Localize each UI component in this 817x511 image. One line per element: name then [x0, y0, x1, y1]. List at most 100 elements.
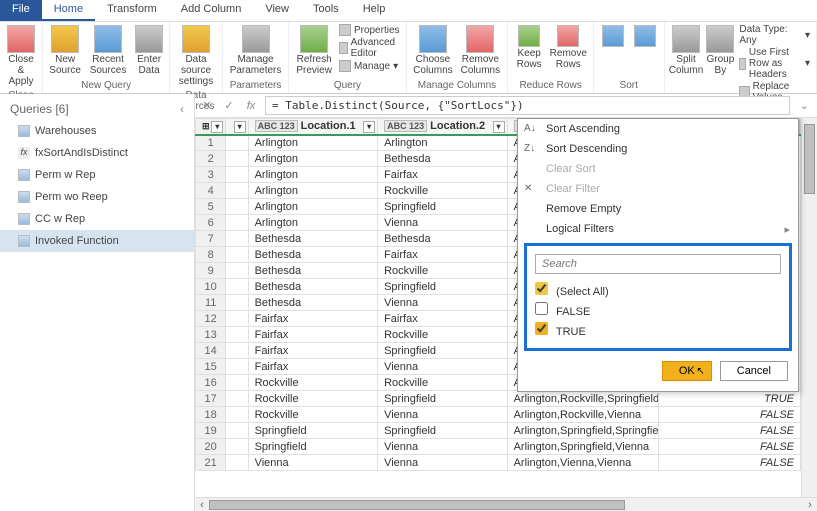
cell[interactable]: Bethesda — [378, 231, 507, 247]
cell[interactable]: Fairfax — [378, 167, 507, 183]
row-number[interactable]: 13 — [196, 327, 226, 343]
row-number[interactable]: 15 — [196, 359, 226, 375]
row-number[interactable]: 17 — [196, 391, 226, 407]
row-number[interactable]: 8 — [196, 247, 226, 263]
cell[interactable]: Vienna — [378, 455, 507, 471]
cell[interactable]: Fairfax — [248, 327, 377, 343]
cell[interactable]: Vienna — [378, 359, 507, 375]
cell[interactable]: Springfield — [378, 423, 507, 439]
row-number[interactable]: 19 — [196, 423, 226, 439]
logical-filters-item[interactable]: Logical Filters▸ — [518, 219, 798, 239]
cell[interactable]: Bethesda — [248, 295, 377, 311]
cell[interactable]: Arlington — [248, 215, 377, 231]
row-number[interactable]: 1 — [196, 135, 226, 151]
cell[interactable]: Fairfax — [378, 247, 507, 263]
query-item[interactable]: CC w Rep — [0, 208, 194, 230]
row-number[interactable]: 11 — [196, 295, 226, 311]
fx-icon[interactable]: fx — [243, 100, 259, 112]
keep-rows-button[interactable]: Keep Rows — [511, 23, 546, 72]
column-dropdown-icon[interactable]: ▾ — [234, 121, 246, 133]
cell[interactable]: Rockville — [248, 407, 377, 423]
cell[interactable]: FALSE — [659, 455, 801, 471]
cell[interactable]: FALSE — [659, 439, 801, 455]
choose-columns-button[interactable]: Choose Columns — [410, 23, 457, 78]
manage-parameters-button[interactable]: Manage Parameters — [226, 23, 286, 78]
row-number[interactable]: 9 — [196, 263, 226, 279]
cell[interactable]: Rockville — [378, 327, 507, 343]
cancel-button[interactable]: Cancel — [720, 361, 788, 381]
cell[interactable]: Vienna — [248, 455, 377, 471]
refresh-preview-button[interactable]: Refresh Preview — [292, 23, 336, 78]
row-number[interactable]: 7 — [196, 231, 226, 247]
query-item[interactable]: Warehouses — [0, 120, 194, 142]
row-number[interactable]: 20 — [196, 439, 226, 455]
query-item[interactable]: Invoked Function — [0, 230, 194, 252]
query-item[interactable]: fxfxSortAndIsDistinct — [0, 142, 194, 164]
row-number[interactable]: 5 — [196, 199, 226, 215]
cell[interactable]: Vienna — [378, 215, 507, 231]
cell[interactable]: Arlington,Rockville,Springfield — [507, 391, 659, 407]
sort-ascending-item[interactable]: A↓Sort Ascending — [518, 119, 798, 139]
group-by-button[interactable]: Group By — [704, 23, 736, 78]
data-type-button[interactable]: Data Type: Any ▾ — [739, 24, 810, 46]
enter-data-button[interactable]: Enter Data — [132, 23, 167, 78]
tab-file[interactable]: File — [0, 0, 42, 21]
cell[interactable]: Arlington — [248, 167, 377, 183]
cell[interactable]: Rockville — [248, 375, 377, 391]
filter-search-input[interactable] — [535, 254, 781, 274]
cell[interactable]: Bethesda — [248, 279, 377, 295]
remove-rows-button[interactable]: Remove Rows — [547, 23, 590, 72]
cell[interactable]: Arlington,Rockville,Vienna — [507, 407, 659, 423]
row-selector-header[interactable]: ⊞▾ — [196, 119, 226, 135]
cell[interactable]: Arlington,Springfield,Springfield — [507, 423, 659, 439]
cell[interactable]: Springfield — [248, 423, 377, 439]
manage-button[interactable]: Manage ▾ — [339, 60, 400, 72]
select-all-checkbox[interactable]: (Select All) — [535, 280, 781, 300]
column-header[interactable]: ABC 123 Location.2▾ — [378, 119, 507, 135]
vertical-scrollbar[interactable] — [801, 118, 817, 497]
expand-formula-icon[interactable]: ⌄ — [796, 99, 813, 112]
filter-value-false[interactable]: FALSE — [535, 300, 781, 320]
cell[interactable]: Springfield — [378, 391, 507, 407]
row-number[interactable]: 3 — [196, 167, 226, 183]
cell[interactable]: Springfield — [378, 279, 507, 295]
cell[interactable]: Arlington — [248, 135, 377, 151]
properties-button[interactable]: Properties — [339, 24, 400, 36]
data-source-settings-button[interactable]: Data source settings — [173, 23, 218, 89]
sort-asc-button[interactable] — [597, 23, 629, 50]
cell[interactable]: Arlington — [378, 135, 507, 151]
recent-sources-button[interactable]: Recent Sources — [84, 23, 132, 78]
cell[interactable]: Bethesda — [378, 151, 507, 167]
tab-add-column[interactable]: Add Column — [169, 0, 254, 21]
cell[interactable]: Arlington — [248, 151, 377, 167]
advanced-editor-button[interactable]: Advanced Editor — [339, 37, 400, 59]
cell[interactable]: Bethesda — [248, 263, 377, 279]
remove-columns-button[interactable]: Remove Columns — [456, 23, 504, 78]
query-item[interactable]: Perm wo Reep — [0, 186, 194, 208]
row-number[interactable]: 4 — [196, 183, 226, 199]
first-row-headers-button[interactable]: Use First Row as Headers ▾ — [739, 47, 810, 80]
cell[interactable]: Arlington,Springfield,Vienna — [507, 439, 659, 455]
cell[interactable]: Springfield — [378, 343, 507, 359]
row-number[interactable]: 14 — [196, 343, 226, 359]
tab-home[interactable]: Home — [42, 0, 95, 21]
cell[interactable]: Vienna — [378, 407, 507, 423]
split-column-button[interactable]: Split Column — [668, 23, 705, 78]
sort-desc-button[interactable] — [629, 23, 661, 50]
cell[interactable]: Vienna — [378, 439, 507, 455]
row-number[interactable]: 18 — [196, 407, 226, 423]
cell[interactable]: Rockville — [378, 375, 507, 391]
row-number[interactable]: 2 — [196, 151, 226, 167]
cell[interactable]: Vienna — [378, 295, 507, 311]
cell[interactable]: Fairfax — [248, 311, 377, 327]
cell[interactable]: FALSE — [659, 423, 801, 439]
cell[interactable]: Rockville — [248, 391, 377, 407]
tab-transform[interactable]: Transform — [95, 0, 169, 21]
close-apply-button[interactable]: Close & Apply — [3, 23, 39, 89]
ok-button[interactable]: OK↖ — [662, 361, 712, 381]
collapse-pane-icon[interactable]: ‹ — [180, 102, 184, 116]
cell[interactable]: Springfield — [378, 199, 507, 215]
tab-tools[interactable]: Tools — [301, 0, 351, 21]
filter-value-true[interactable]: TRUE — [535, 320, 781, 340]
column-dropdown-icon[interactable]: ▾ — [493, 121, 505, 133]
